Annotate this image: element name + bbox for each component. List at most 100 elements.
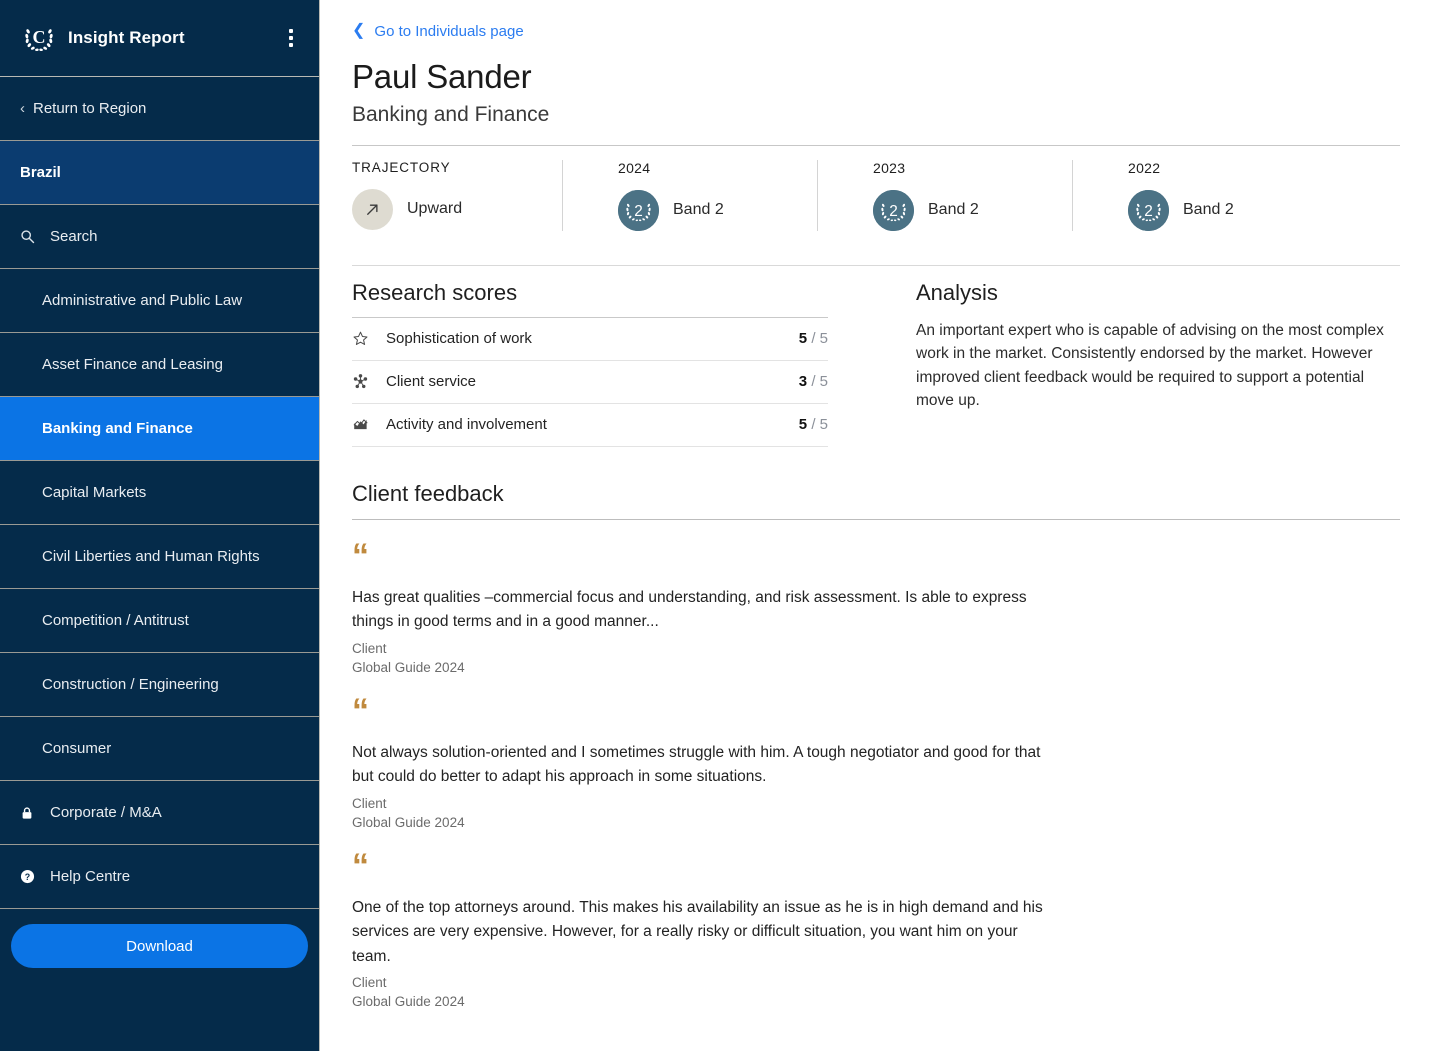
star-icon bbox=[352, 330, 386, 347]
sidebar-item-region[interactable]: Brazil bbox=[0, 141, 319, 205]
quote-source: Client bbox=[352, 796, 1400, 811]
chart-trend-icon bbox=[352, 416, 386, 433]
sidebar-filler bbox=[0, 983, 319, 1051]
svg-text:C: C bbox=[32, 27, 45, 47]
trajectory-label: TRAJECTORY bbox=[352, 160, 538, 175]
svg-text:2: 2 bbox=[634, 203, 643, 220]
year-column-2024: 2024 2 bbox=[562, 160, 817, 231]
download-button-wrapper: Download bbox=[0, 909, 319, 983]
arrow-up-right-icon bbox=[352, 189, 393, 230]
sidebar-item-search[interactable]: Search bbox=[0, 205, 319, 269]
quote-publication: Global Guide 2024 bbox=[352, 994, 1400, 1009]
quotation-mark-icon: “ bbox=[352, 856, 1400, 882]
client-feedback-title: Client feedback bbox=[352, 481, 1400, 507]
year-label: 2024 bbox=[618, 160, 793, 176]
trajectory-band-strip: TRAJECTORY Upward 2024 2 bbox=[352, 146, 1400, 247]
band-2-wreath-icon: 2 bbox=[1128, 190, 1169, 231]
sidebar-item-return-to-region[interactable]: ‹ Return to Region bbox=[0, 77, 319, 141]
score-label: Sophistication of work bbox=[386, 330, 799, 347]
research-scores-panel: Research scores Sophistication of work 5… bbox=[352, 280, 828, 447]
analysis-title: Analysis bbox=[916, 280, 1400, 306]
main-content: ❮ Go to Individuals page Paul Sander Ban… bbox=[320, 0, 1440, 1051]
sidebar-item-civil-liberties-and-human-rights[interactable]: Civil Liberties and Human Rights bbox=[0, 525, 319, 589]
year-label: 2022 bbox=[1128, 160, 1303, 176]
score-value: 5 / 5 bbox=[799, 330, 828, 347]
kebab-menu-icon[interactable] bbox=[283, 25, 299, 51]
sidebar-item-consumer[interactable]: Consumer bbox=[0, 717, 319, 781]
band-value: Band 2 bbox=[673, 201, 724, 219]
svg-text:?: ? bbox=[25, 872, 30, 882]
chevron-left-icon: ‹ bbox=[20, 100, 25, 117]
body-columns: Research scores Sophistication of work 5… bbox=[352, 280, 1400, 447]
search-icon bbox=[20, 229, 42, 244]
sidebar-item-label: Asset Finance and Leasing bbox=[42, 356, 223, 373]
score-row-sophistication-of-work: Sophistication of work 5 / 5 bbox=[352, 318, 828, 361]
svg-text:2: 2 bbox=[1144, 203, 1153, 220]
quote-publication: Global Guide 2024 bbox=[352, 815, 1400, 830]
year-label: 2023 bbox=[873, 160, 1048, 176]
svg-text:2: 2 bbox=[889, 203, 898, 220]
analysis-panel: Analysis An important expert who is capa… bbox=[916, 280, 1400, 447]
search-label: Search bbox=[50, 228, 98, 245]
band-2-wreath-icon: 2 bbox=[618, 190, 659, 231]
sidebar-header: C bbox=[0, 0, 319, 77]
trajectory-value: Upward bbox=[407, 200, 462, 218]
app-root: C bbox=[0, 0, 1440, 1051]
page-title: Paul Sander bbox=[352, 58, 1400, 96]
quote-source: Client bbox=[352, 975, 1400, 990]
sidebar-item-label: Help Centre bbox=[50, 868, 130, 885]
quote-text: Has great qualities –commercial focus an… bbox=[352, 586, 1052, 635]
feedback-quote: “ Not always solution-oriented and I som… bbox=[352, 701, 1400, 830]
year-column-2022: 2022 2 bbox=[1072, 160, 1327, 231]
quote-source: Client bbox=[352, 641, 1400, 656]
quote-text: Not always solution-oriented and I somet… bbox=[352, 741, 1052, 790]
lock-icon bbox=[20, 806, 42, 820]
divider bbox=[352, 519, 1400, 520]
score-value: 5 / 5 bbox=[799, 416, 828, 433]
sidebar-item-label: Banking and Finance bbox=[42, 420, 193, 437]
sidebar-item-capital-markets[interactable]: Capital Markets bbox=[0, 461, 319, 525]
sidebar-item-label: Construction / Engineering bbox=[42, 676, 219, 693]
band-value: Band 2 bbox=[928, 201, 979, 219]
laurel-c-logo-icon: C bbox=[20, 19, 58, 57]
sidebar-item-banking-and-finance[interactable]: Banking and Finance bbox=[0, 397, 319, 461]
sidebar-item-label: Corporate / M&A bbox=[50, 804, 162, 821]
back-to-individuals-link[interactable]: ❮ Go to Individuals page bbox=[352, 23, 524, 40]
year-column-2023: 2023 2 bbox=[817, 160, 1072, 231]
trajectory-column: TRAJECTORY Upward bbox=[352, 160, 562, 231]
brand-title: Insight Report bbox=[68, 28, 283, 48]
feedback-quote: “ One of the top attorneys around. This … bbox=[352, 856, 1400, 1010]
score-row-activity-and-involvement: Activity and involvement 5 / 5 bbox=[352, 404, 828, 447]
chevron-left-icon: ❮ bbox=[352, 23, 365, 39]
score-label: Client service bbox=[386, 373, 799, 390]
research-scores-title: Research scores bbox=[352, 280, 828, 306]
sidebar-item-administrative-and-public-law[interactable]: Administrative and Public Law bbox=[0, 269, 319, 333]
sidebar-item-corporate-m-and-a[interactable]: Corporate / M&A bbox=[0, 781, 319, 845]
sidebar-item-help-centre[interactable]: ? Help Centre bbox=[0, 845, 319, 909]
quotation-mark-icon: “ bbox=[352, 701, 1400, 727]
score-row-client-service: Client service 3 / 5 bbox=[352, 361, 828, 404]
network-nodes-icon bbox=[352, 373, 386, 390]
download-button[interactable]: Download bbox=[11, 924, 308, 968]
question-circle-icon: ? bbox=[20, 869, 42, 884]
sidebar-item-label: Capital Markets bbox=[42, 484, 146, 501]
feedback-quote: “ Has great qualities –commercial focus … bbox=[352, 546, 1400, 675]
score-label: Activity and involvement bbox=[386, 416, 799, 433]
sidebar: C bbox=[0, 0, 320, 1051]
quotation-mark-icon: “ bbox=[352, 546, 1400, 572]
sidebar-item-construction-engineering[interactable]: Construction / Engineering bbox=[0, 653, 319, 717]
band-2-wreath-icon: 2 bbox=[873, 190, 914, 231]
client-feedback-section: Client feedback “ Has great qualities –c… bbox=[352, 481, 1400, 1010]
divider bbox=[352, 265, 1400, 266]
analysis-text: An important expert who is capable of ad… bbox=[916, 319, 1386, 413]
band-value: Band 2 bbox=[1183, 201, 1234, 219]
quote-text: One of the top attorneys around. This ma… bbox=[352, 896, 1052, 970]
sidebar-item-competition-antitrust[interactable]: Competition / Antitrust bbox=[0, 589, 319, 653]
sidebar-item-label: Consumer bbox=[42, 740, 111, 757]
sidebar-item-label: Civil Liberties and Human Rights bbox=[42, 548, 260, 565]
sidebar-item-asset-finance-and-leasing[interactable]: Asset Finance and Leasing bbox=[0, 333, 319, 397]
sidebar-item-label: Administrative and Public Law bbox=[42, 292, 242, 309]
sidebar-item-label: Competition / Antitrust bbox=[42, 612, 189, 629]
return-label: Return to Region bbox=[33, 100, 146, 117]
quote-publication: Global Guide 2024 bbox=[352, 660, 1400, 675]
